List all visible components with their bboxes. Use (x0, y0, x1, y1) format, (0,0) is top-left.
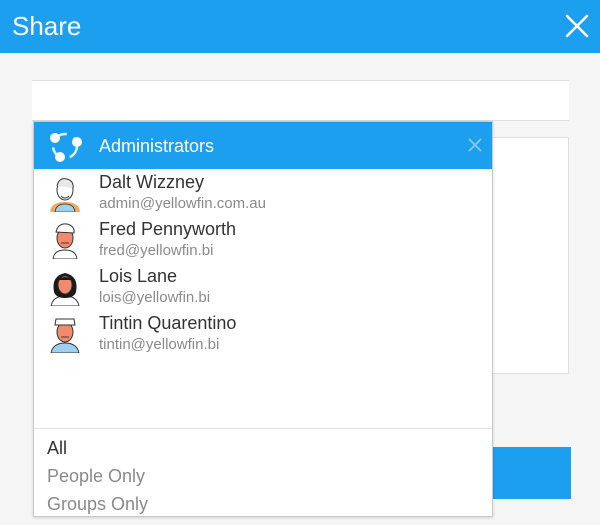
avatar-icon (50, 178, 80, 212)
user-option[interactable]: Tintin Quarentino tintin@yellowfin.bi (34, 310, 492, 357)
close-icon[interactable] (466, 136, 484, 154)
close-icon (565, 14, 589, 38)
dialog-title: Share (12, 11, 82, 41)
user-name: Lois Lane (99, 266, 178, 286)
user-option[interactable]: Lois Lane lois@yellowfin.bi (34, 263, 492, 310)
divider (34, 428, 492, 429)
close-button[interactable] (563, 12, 591, 40)
user-email: tintin@yellowfin.bi (99, 336, 220, 353)
user-email: admin@yellowfin.com.au (99, 195, 266, 212)
user-email: lois@yellowfin.bi (99, 289, 211, 306)
user-option[interactable]: Fred Pennyworth fred@yellowfin.bi (34, 216, 492, 263)
avatar-icon (50, 318, 80, 353)
share-submit-button[interactable] (492, 447, 571, 499)
user-email: fred@yellowfin.bi (99, 242, 214, 259)
filter-people-only[interactable]: People Only (47, 466, 145, 486)
user-name: Dalt Wizzney (99, 172, 205, 192)
avatar-icon (50, 273, 80, 306)
filter-all[interactable]: All (47, 438, 67, 458)
shared-with-list (492, 137, 569, 374)
avatar-icon (52, 223, 78, 259)
share-search-input[interactable] (32, 80, 569, 121)
user-name: Tintin Quarentino (99, 313, 237, 333)
user-option[interactable]: Dalt Wizzney admin@yellowfin.com.au (34, 169, 492, 216)
group-label: Administrators (99, 136, 215, 156)
group-option-administrators[interactable]: Administrators (34, 122, 492, 169)
filter-groups-only[interactable]: Groups Only (47, 494, 148, 514)
dialog-header: Share (0, 0, 600, 53)
share-suggestions-dropdown: Administrators Dalt Wizzney admin@yellow… (33, 121, 493, 517)
group-share-icon (50, 132, 82, 162)
user-name: Fred Pennyworth (99, 219, 237, 239)
